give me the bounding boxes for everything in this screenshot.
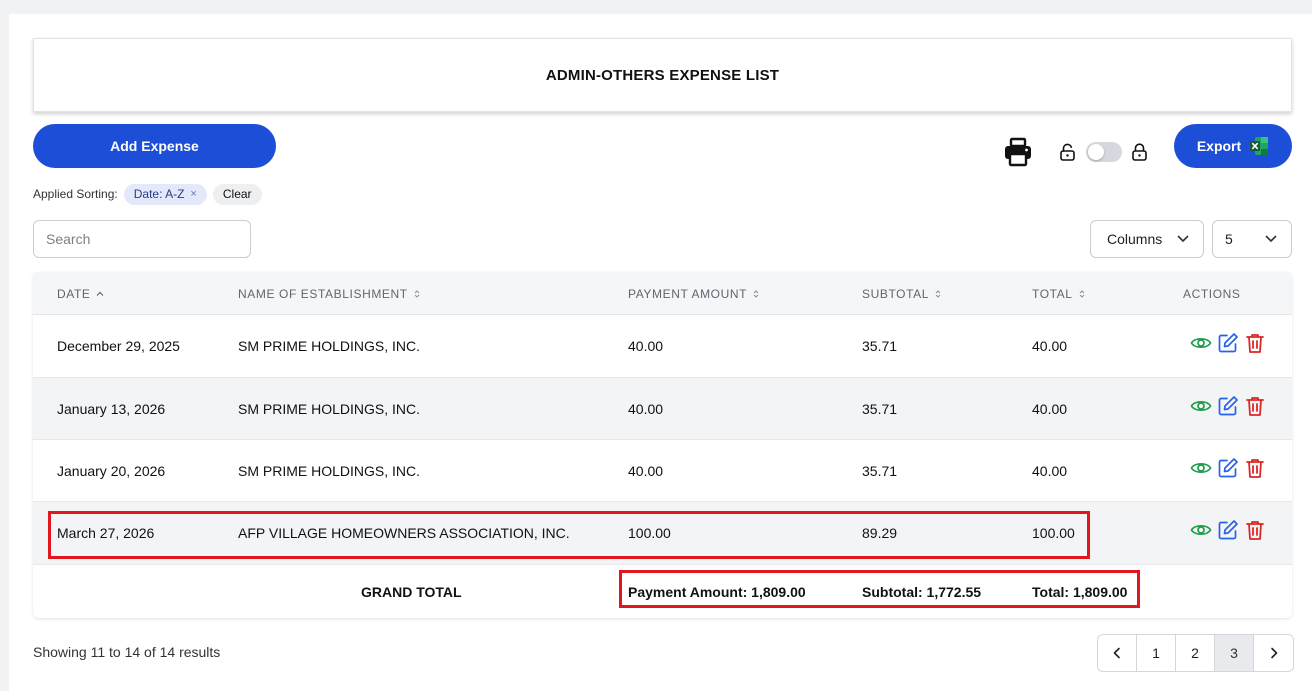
export-button[interactable]: Export (1174, 124, 1292, 168)
grand-total-payment: Payment Amount: 1,809.00 (628, 583, 806, 600)
date-cell: January 20, 2026 (57, 462, 166, 479)
expense-table: DATE NAME OF ESTABLISHMENT PAYMENT AMOUN… (33, 272, 1292, 618)
grand-total-subtotal: Subtotal: 1,772.55 (862, 583, 982, 600)
page-size-select[interactable]: 5 (1212, 220, 1292, 258)
total-cell: 100.00 (1032, 525, 1075, 541)
sort-icon (1079, 289, 1084, 298)
date-cell: March 27, 2026 (57, 525, 155, 541)
lock-icon (1132, 143, 1147, 161)
edit-icon[interactable] (1217, 395, 1239, 417)
establishment-cell: AFP VILLAGE HOMEOWNERS ASSOCIATION, INC. (238, 525, 570, 541)
columns-dropdown[interactable]: Columns (1090, 220, 1204, 258)
clear-sorting-button[interactable]: Clear (212, 183, 262, 205)
previous-page-button[interactable] (1098, 635, 1137, 671)
payment-cell: 40.00 (628, 338, 664, 354)
page-button-2[interactable]: 2 (1176, 635, 1215, 671)
results-summary: Showing 11 to 14 of 14 results (33, 644, 221, 660)
table-row: January 13, 2026 SM PRIME HOLDINGS, INC.… (33, 378, 1292, 440)
printer-icon[interactable] (1003, 137, 1033, 167)
column-header-actions: ACTIONS (1183, 272, 1241, 315)
applied-sorting: Applied Sorting: Date: A-Z × Clear (33, 183, 262, 205)
sort-icon (414, 289, 420, 298)
total-cell: 40.00 (1032, 338, 1068, 354)
column-header-label: ACTIONS (1183, 286, 1241, 301)
column-header-total[interactable]: TOTAL (1032, 272, 1086, 315)
date-cell: December 29, 2025 (57, 338, 180, 354)
applied-sorting-label: Applied Sorting: (33, 187, 118, 201)
subtotal-cell: 89.29 (862, 525, 898, 541)
trash-icon[interactable] (1244, 395, 1266, 417)
excel-icon (1250, 137, 1269, 155)
close-icon[interactable]: × (190, 188, 196, 200)
date-cell: January 13, 2026 (57, 400, 166, 417)
column-header-label: NAME OF ESTABLISHMENT (238, 286, 408, 301)
lock-toggle[interactable] (1086, 142, 1122, 162)
table-row: December 29, 2025 SM PRIME HOLDINGS, INC… (33, 315, 1292, 378)
unlock-icon (1060, 143, 1075, 161)
eye-icon[interactable] (1190, 332, 1212, 354)
eye-icon[interactable] (1190, 519, 1212, 541)
row-actions (1190, 315, 1266, 377)
chevron-down-icon (1177, 235, 1189, 242)
grand-total-total: Total: 1,809.00 (1032, 583, 1128, 600)
edit-icon[interactable] (1217, 457, 1239, 479)
establishment-cell: SM PRIME HOLDINGS, INC. (238, 338, 421, 354)
row-actions (1190, 440, 1266, 501)
edit-icon[interactable] (1217, 332, 1239, 354)
sort-chip-date[interactable]: Date: A-Z × (123, 183, 207, 205)
establishment-cell: SM PRIME HOLDINGS, INC. (238, 462, 421, 479)
total-cell: 40.00 (1032, 400, 1068, 417)
row-actions (1190, 502, 1266, 564)
trash-icon[interactable] (1244, 519, 1266, 541)
column-header-label: DATE (57, 286, 91, 301)
sort-chip-label: Date: A-Z (133, 187, 185, 201)
export-label: Export (1196, 138, 1242, 154)
add-expense-button[interactable]: Add Expense (33, 124, 276, 168)
page-title: ADMIN-OTHERS EXPENSE LIST (545, 66, 780, 84)
subtotal-cell: 35.71 (862, 400, 898, 417)
column-header-subtotal[interactable]: SUBTOTAL (862, 272, 942, 315)
grand-total-label: GRAND TOTAL (361, 583, 462, 600)
column-header-label: TOTAL (1032, 286, 1073, 301)
column-header-label: PAYMENT AMOUNT (628, 286, 748, 301)
sort-ascending-icon (96, 291, 103, 296)
search-input[interactable] (33, 220, 251, 258)
table-row: March 27, 2026 AFP VILLAGE HOMEOWNERS AS… (33, 502, 1292, 565)
table-row: January 20, 2026 SM PRIME HOLDINGS, INC.… (33, 440, 1292, 502)
chevron-right-icon (1270, 647, 1277, 659)
toggle-knob (1088, 144, 1104, 160)
page-title-card: ADMIN-OTHERS EXPENSE LIST (33, 38, 1292, 112)
subtotal-cell: 35.71 (862, 338, 898, 354)
trash-icon[interactable] (1244, 332, 1266, 354)
edit-icon[interactable] (1217, 519, 1239, 541)
payment-cell: 100.00 (628, 525, 671, 541)
eye-icon[interactable] (1190, 457, 1212, 479)
sort-icon (753, 289, 759, 298)
row-actions (1190, 378, 1266, 439)
page-size-value: 5 (1225, 231, 1233, 247)
page-button-3[interactable]: 3 (1215, 635, 1254, 671)
total-cell: 40.00 (1032, 462, 1068, 479)
table-header: DATE NAME OF ESTABLISHMENT PAYMENT AMOUN… (33, 272, 1292, 315)
chevron-down-icon (1265, 235, 1277, 242)
eye-icon[interactable] (1190, 395, 1212, 417)
pagination: 1 2 3 (1097, 634, 1294, 672)
sort-icon (935, 289, 941, 298)
subtotal-cell: 35.71 (862, 462, 898, 479)
column-header-payment[interactable]: PAYMENT AMOUNT (628, 272, 760, 315)
column-header-establishment[interactable]: NAME OF ESTABLISHMENT (238, 272, 421, 315)
trash-icon[interactable] (1244, 457, 1266, 479)
chevron-left-icon (1113, 647, 1120, 659)
payment-cell: 40.00 (628, 462, 664, 479)
payment-cell: 40.00 (628, 400, 664, 417)
page-button-1[interactable]: 1 (1137, 635, 1176, 671)
next-page-button[interactable] (1254, 635, 1293, 671)
grand-total-row: GRAND TOTAL Payment Amount: 1,809.00 Sub… (33, 565, 1292, 618)
establishment-cell: SM PRIME HOLDINGS, INC. (238, 400, 421, 417)
column-header-label: SUBTOTAL (862, 286, 930, 301)
columns-label: Columns (1107, 231, 1163, 247)
column-header-date[interactable]: DATE (57, 272, 104, 315)
